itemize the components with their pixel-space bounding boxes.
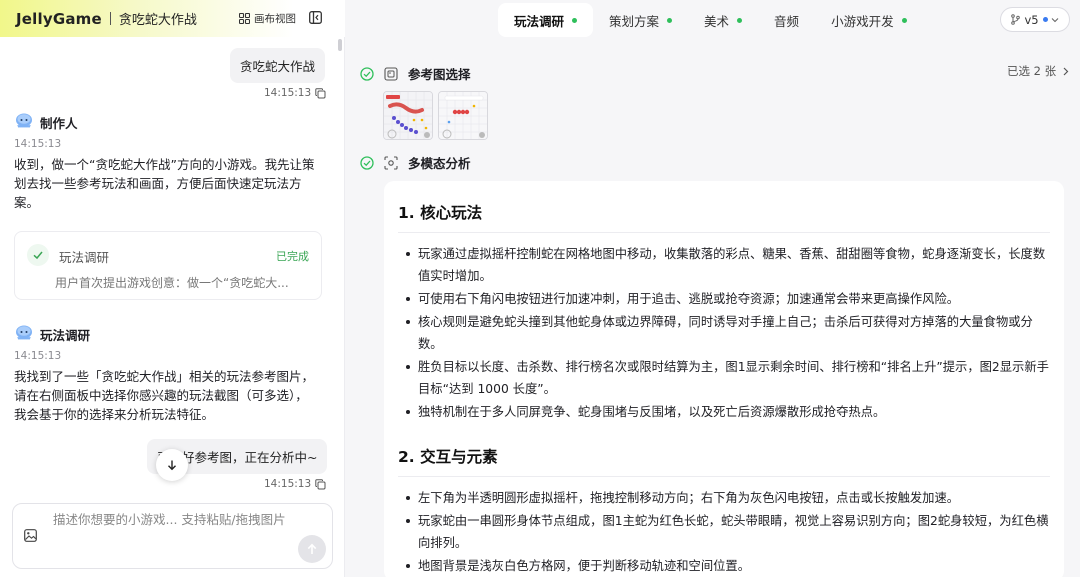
copy-icon[interactable] [315, 87, 326, 99]
tab-bar: 玩法调研 策划方案 美术 音频 小游戏开发 [498, 3, 923, 37]
status-dot [572, 17, 578, 23]
message-composer [12, 503, 333, 569]
image-icon [24, 529, 37, 542]
status-dot [901, 17, 907, 23]
attach-image-button[interactable] [24, 529, 37, 546]
timestamp-text: 14:15:13 [264, 87, 312, 99]
list-item: 地图背景是浅灰白色方格网，便于判断移动轨迹和空间位置。 [398, 555, 1050, 577]
version-label: v5 [1024, 12, 1039, 27]
sidebar-collapse-icon [309, 11, 322, 24]
task-subtitle: 用户首次提出游戏创意：做一个“贪吃蛇大... [55, 276, 289, 290]
list-item: 核心规则是避免蛇头撞到其他蛇身体或边界障碍，同时诱导对手撞上自己；击杀后可获得对… [398, 311, 1050, 355]
chevron-down-icon [1051, 17, 1058, 22]
canvas-view-label: 画布视图 [254, 13, 296, 25]
list-item: 独特机制在于多人同屏竞争、蛇身围堵与反围堵，以及死亡后资源爆散形成抢夺热点。 [398, 401, 1050, 423]
task-title: 玩法调研 [59, 250, 110, 265]
version-status-dot [1042, 17, 1048, 22]
header-divider [109, 12, 111, 25]
selected-count-text: 已选 2 张 [1007, 64, 1057, 78]
list-item: 玩家蛇由一串圆形身体节点组成，图1主蛇为红色长蛇，蛇头带眼睛，视觉上容易识别方向… [398, 510, 1050, 554]
chevron-right-icon [1063, 67, 1069, 75]
status-dot [737, 17, 743, 23]
agent-message: 收到，做一个“贪吃蛇大作战”方向的小游戏。我先让策划去找一些参考玩法和画面，方便… [14, 157, 315, 210]
list-item: 胜负目标以长度、击杀数、排行榜名次或限时结算为主，图1显示剩余时间、排行榜和“排… [398, 356, 1050, 400]
chat-panel: JellyGame 贪吃蛇大作战 画布视图 贪吃蛇大作战 14:15:13 制作… [0, 0, 345, 577]
step-label: 多模态分析 [408, 156, 471, 171]
arrow-up-icon [307, 543, 317, 554]
canvas-view-button[interactable]: 画布视图 [239, 11, 296, 26]
tab-minigame-dev[interactable]: 小游戏开发 [815, 3, 923, 37]
tab-design-plan[interactable]: 策划方案 [593, 3, 688, 37]
snake-game-thumbnail-image [384, 92, 432, 139]
list-item: 左下角为半透明圆形虚拟摇杆，拖拽控制移动方向；右下角为灰色闪电按钮，点击或长按触… [398, 487, 1050, 509]
agent-header: 玩法调研 [14, 324, 90, 344]
tab-audio[interactable]: 音频 [758, 3, 815, 37]
image-search-icon [384, 66, 398, 81]
task-card[interactable]: 玩法调研 已完成 用户首次提出游戏创意：做一个“贪吃蛇大... [14, 231, 322, 300]
message-timestamp: 14:15:13 [14, 138, 62, 150]
check-circle-icon [360, 66, 374, 81]
step-reference-selection: 参考图选择 [360, 64, 471, 83]
jellyfish-avatar-icon [16, 113, 32, 128]
reference-thumbnail[interactable] [383, 91, 433, 140]
tab-label: 玩法调研 [514, 13, 565, 29]
step-label: 参考图选择 [408, 67, 471, 82]
section-heading: 1. 核心玩法 [398, 201, 1050, 233]
user-message: 贪吃蛇大作战 [230, 48, 326, 83]
branch-icon [1011, 14, 1021, 25]
analysis-document: 1. 核心玩法 玩家通过虚拟摇杆控制蛇在网格地图中移动，收集散落的彩点、糖果、香… [384, 181, 1064, 577]
chat-scrollbar[interactable] [338, 39, 342, 51]
task-status-badge: 已完成 [276, 250, 309, 263]
agent-name: 制作人 [40, 115, 78, 131]
collapse-sidebar-button[interactable] [309, 11, 322, 28]
agent-header: 制作人 [14, 112, 78, 132]
timestamp-text: 14:15:13 [264, 478, 312, 490]
tab-label: 策划方案 [609, 13, 660, 29]
logo[interactable]: JellyGame [16, 10, 102, 28]
jellyfish-avatar-icon [16, 325, 32, 340]
version-selector[interactable]: v5 [1000, 7, 1070, 32]
message-timestamp: 14:15:13 [264, 87, 326, 99]
send-button[interactable] [298, 535, 326, 563]
tab-art[interactable]: 美术 [688, 3, 758, 37]
reference-thumbnail[interactable] [438, 91, 488, 140]
scan-icon [384, 155, 398, 170]
section-heading: 2. 交互与元素 [398, 445, 1050, 477]
copy-icon[interactable] [315, 478, 326, 490]
message-timestamp: 14:15:13 [14, 350, 62, 362]
arrow-down-icon [168, 460, 176, 471]
core-gameplay-list: 玩家通过虚拟摇杆控制蛇在网格地图中移动，收集散落的彩点、糖果、香蕉、甜甜圈等食物… [398, 243, 1050, 423]
agent-message: 我找到了一些「贪吃蛇大作战」相关的玩法参考图片，请在右侧面板中选择你感兴趣的玩法… [14, 369, 315, 422]
list-item: 玩家通过虚拟摇杆控制蛇在网格地图中移动，收集散落的彩点、糖果、香蕉、甜甜圈等食物… [398, 243, 1050, 287]
list-item: 可使用右下角闪电按钮进行加速冲刺，用于追击、逃脱或抢夺资源；加速通常会带来更高操… [398, 288, 1050, 310]
selected-count-link[interactable]: 已选 2 张 [1007, 63, 1069, 79]
tab-label: 小游戏开发 [831, 13, 894, 29]
agent-name: 玩法调研 [40, 327, 91, 343]
reference-thumbnails [383, 91, 493, 140]
completed-check-icon [27, 244, 49, 266]
grid-icon [239, 13, 250, 24]
workspace-panel: 玩法调研 策划方案 美术 音频 小游戏开发 v5 参考图选择 已选 2 张 多模… [346, 0, 1080, 577]
tab-label: 音频 [774, 13, 800, 29]
message-timestamp: 14:15:13 [264, 478, 326, 490]
tab-label: 美术 [704, 13, 730, 29]
status-dot [667, 17, 673, 23]
tab-gameplay-research[interactable]: 玩法调研 [498, 3, 594, 37]
step-multimodal-analysis: 多模态分析 [360, 153, 471, 172]
check-circle-icon [360, 155, 374, 170]
snake-game-thumbnail-image [439, 92, 487, 139]
interaction-elements-list: 左下角为半透明圆形虚拟摇杆，拖拽控制移动方向；右下角为灰色闪电按钮，点击或长按触… [398, 487, 1050, 577]
project-title: 贪吃蛇大作战 [118, 13, 197, 28]
scroll-to-bottom-button[interactable] [156, 449, 188, 481]
message-input[interactable] [53, 509, 313, 529]
